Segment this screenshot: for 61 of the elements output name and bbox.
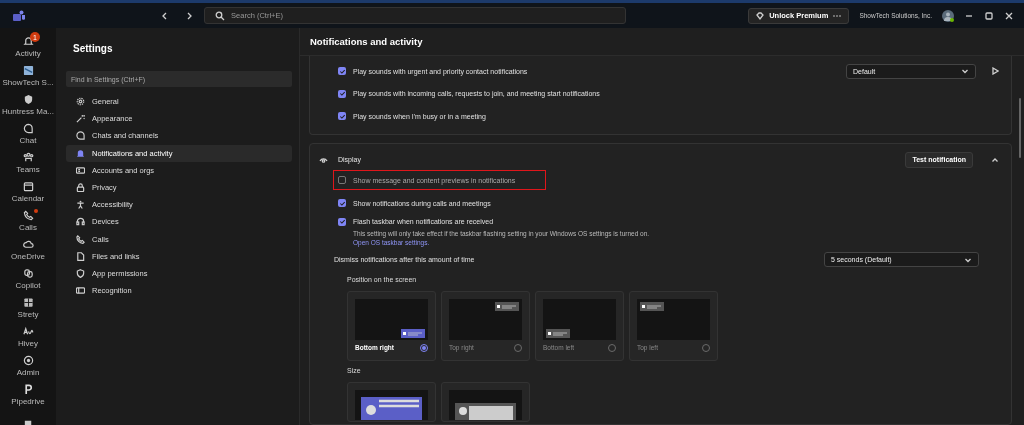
bell-icon bbox=[76, 148, 85, 158]
screen-preview-icon bbox=[449, 298, 522, 340]
accessibility-icon bbox=[76, 200, 85, 210]
copilot-icon bbox=[22, 267, 34, 279]
rail-item[interactable]: ShowTech S... bbox=[0, 61, 56, 90]
gear-icon bbox=[76, 97, 85, 107]
rail-item[interactable]: Huntress Ma... bbox=[0, 90, 56, 119]
rail-item[interactable]: Calls bbox=[0, 206, 56, 235]
people-icon bbox=[22, 151, 34, 163]
lock-icon bbox=[76, 183, 85, 193]
id-card-icon bbox=[76, 165, 85, 175]
letter-p-icon bbox=[22, 383, 34, 395]
calendar-icon bbox=[22, 180, 34, 192]
chevron-down-icon bbox=[961, 67, 969, 76]
rail-item[interactable]: Calendar bbox=[0, 177, 56, 206]
document-icon bbox=[76, 251, 85, 261]
chat-icon bbox=[22, 122, 34, 134]
checkbox[interactable] bbox=[338, 67, 346, 76]
rail-item[interactable]: Pipedrive bbox=[0, 380, 56, 409]
checkbox[interactable] bbox=[338, 176, 346, 184]
search-icon bbox=[215, 10, 226, 21]
maximize-icon[interactable] bbox=[984, 10, 994, 21]
panel-title: Settings bbox=[73, 42, 114, 56]
badge-icon bbox=[76, 286, 85, 296]
headset-icon bbox=[76, 217, 85, 227]
checkbox[interactable] bbox=[338, 89, 346, 98]
phone-icon bbox=[22, 209, 34, 221]
screen-preview-icon bbox=[637, 298, 710, 340]
grid-icon bbox=[22, 296, 34, 308]
app-icon bbox=[22, 64, 34, 76]
size-option[interactable] bbox=[347, 381, 436, 422]
signature-icon bbox=[22, 325, 34, 337]
alert-dot bbox=[34, 209, 38, 213]
rail-item[interactable]: Copilot bbox=[0, 264, 56, 293]
avatar-icon[interactable] bbox=[942, 9, 954, 22]
checkbox[interactable] bbox=[338, 112, 346, 121]
rail-item[interactable]: OneDrive bbox=[0, 235, 56, 264]
screen-preview-icon bbox=[543, 298, 616, 340]
diamond-icon bbox=[755, 10, 766, 21]
rail-item[interactable]: Admin bbox=[0, 351, 56, 380]
admin-icon bbox=[22, 354, 34, 366]
rail-item[interactable]: Chat bbox=[0, 119, 56, 148]
shield-icon bbox=[76, 268, 85, 278]
shield-icon bbox=[22, 93, 34, 105]
checkbox[interactable] bbox=[338, 217, 346, 226]
chat-icon bbox=[76, 131, 85, 141]
screen-preview-icon bbox=[355, 298, 428, 340]
app-logo-icon[interactable] bbox=[12, 8, 26, 23]
phone-icon bbox=[76, 234, 85, 244]
close-icon[interactable] bbox=[1004, 10, 1014, 21]
eye-icon bbox=[319, 156, 328, 163]
rail-item[interactable]: Teams bbox=[0, 148, 56, 177]
size-option[interactable] bbox=[441, 381, 530, 422]
rail-item[interactable]: Strety bbox=[0, 293, 56, 322]
wand-icon bbox=[76, 114, 85, 124]
scrollbar[interactable] bbox=[1019, 98, 1021, 158]
checkbox[interactable] bbox=[338, 199, 346, 207]
play-icon[interactable] bbox=[991, 67, 999, 76]
bell-icon bbox=[22, 35, 34, 47]
rail-item[interactable]: Hivey bbox=[0, 322, 56, 351]
cloud-icon bbox=[22, 238, 34, 250]
